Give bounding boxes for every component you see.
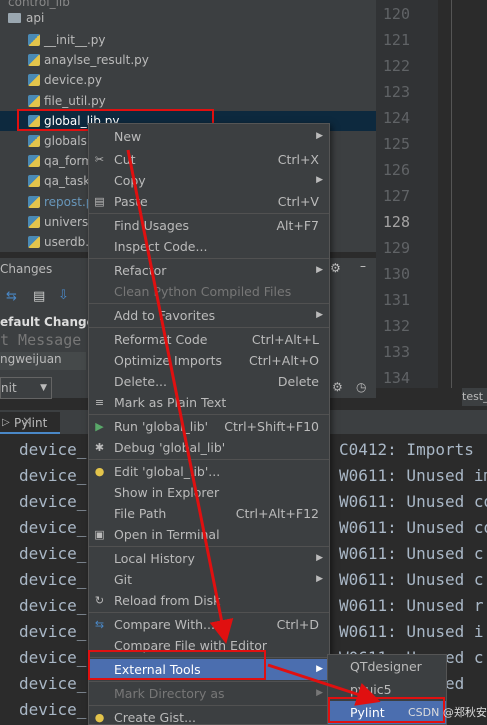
watermark: CSDN @郑秋安 bbox=[408, 706, 487, 719]
arrow-to-external-tools bbox=[126, 149, 234, 644]
annotation-arrows bbox=[126, 149, 381, 706]
arrow-to-pylint bbox=[267, 663, 381, 706]
